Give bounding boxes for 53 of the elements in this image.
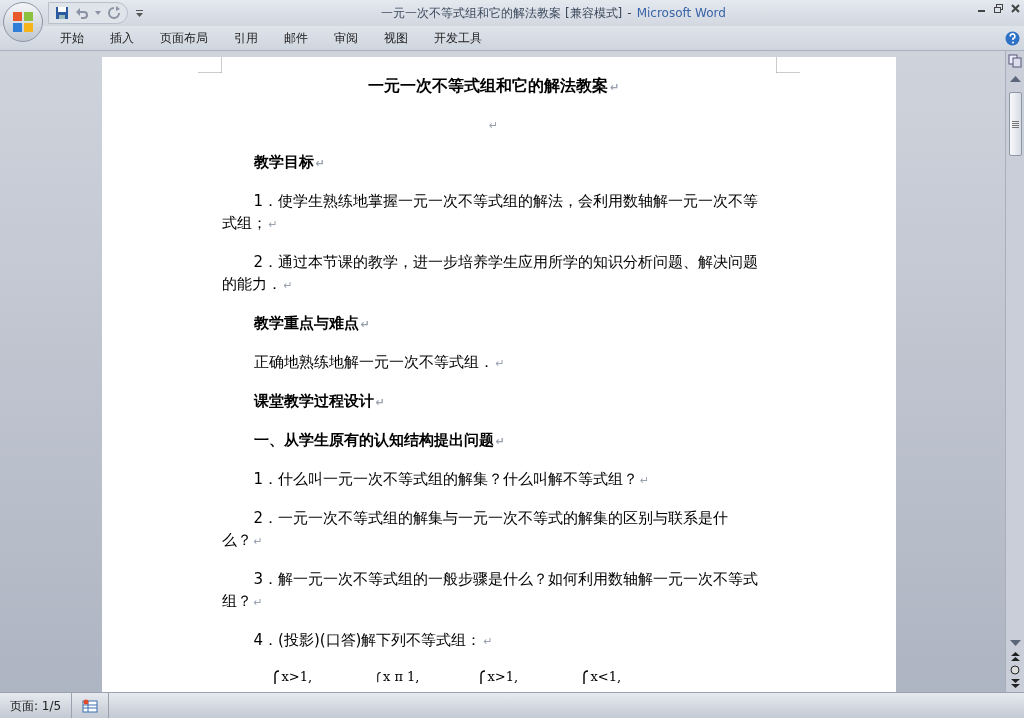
section-heading: 教学重点与难点↵ xyxy=(252,313,371,334)
redo-icon[interactable] xyxy=(107,6,121,20)
undo-icon[interactable] xyxy=(75,6,89,20)
save-icon[interactable] xyxy=(55,6,69,20)
body-paragraph: 3．解一元一次不等式组的一般步骤是什么？如何利用数轴解一元一次不等式组？↵ xyxy=(221,569,760,612)
section-heading: 课堂教学过程设计↵ xyxy=(252,391,386,412)
next-page-icon[interactable] xyxy=(1010,679,1020,688)
ribbon-tab[interactable]: 审阅 xyxy=(322,27,370,49)
crop-mark-icon xyxy=(775,57,800,73)
brace-icon xyxy=(376,670,381,684)
inequality-text: x>1, xyxy=(487,670,519,684)
body-paragraph: 正确地熟练地解一元一次不等式组．↵ xyxy=(252,352,506,373)
previous-page-icon[interactable] xyxy=(1010,652,1020,661)
page-indicator[interactable]: 页面: 1/5 xyxy=(0,693,73,718)
paragraph-mark: ↵ xyxy=(487,118,500,134)
ribbon-tab[interactable]: 开始 xyxy=(48,27,96,49)
section-heading: 一、从学生原有的认知结构提出问题↵ xyxy=(252,430,506,451)
ribbon-tab[interactable]: 页面布局 xyxy=(148,27,220,49)
body-paragraph: 2．一元一次不等式组的解集与一元一次不等式的解集的区别与联系是什么？↵ xyxy=(221,508,730,551)
ribbon-tab[interactable]: 引用 xyxy=(222,27,270,49)
table-icon[interactable] xyxy=(82,698,99,713)
ruler-toggle-icon[interactable] xyxy=(1008,54,1022,68)
customize-toolbar-icon[interactable] xyxy=(136,9,143,17)
section-heading: 教学目标↵ xyxy=(252,152,326,173)
body-paragraph: 1．使学生熟练地掌握一元一次不等式组的解法，会利用数轴解一元一次不等式组；↵ xyxy=(221,191,760,234)
office-logo-icon xyxy=(12,11,34,33)
inequality-text: x π 1, xyxy=(382,670,420,684)
body-paragraph: 4．(投影)(口答)解下列不等式组：↵ xyxy=(252,630,494,651)
title-separator: - xyxy=(627,5,632,22)
ribbon-tab[interactable]: 开发工具 xyxy=(422,27,494,49)
brace-icon xyxy=(479,670,486,684)
scroll-up-icon[interactable] xyxy=(1009,76,1021,82)
app-name: Microsoft Word xyxy=(636,5,726,22)
browse-object-icon[interactable] xyxy=(1010,665,1020,675)
body-paragraph: 2．通过本节课的教学，进一步培养学生应用所学的知识分析问题、解决问题的能力．↵ xyxy=(221,252,760,295)
inequality-text: x>1, xyxy=(281,670,313,684)
document-title-text: 一元一次不等式组和它的解法教案 [兼容模式] xyxy=(381,5,623,22)
ribbon-tab[interactable]: 插入 xyxy=(98,27,146,49)
document-title: 一元一次不等式组和它的解法教案↵ xyxy=(366,75,621,97)
restore-icon[interactable] xyxy=(994,4,1003,13)
ribbon-tab[interactable]: 邮件 xyxy=(272,27,320,49)
scroll-thumb[interactable] xyxy=(1008,92,1022,156)
help-icon[interactable] xyxy=(1005,31,1020,46)
scroll-down-icon[interactable] xyxy=(1009,640,1021,646)
crop-mark-icon xyxy=(197,57,222,73)
office-button[interactable] xyxy=(3,2,43,42)
ribbon-tab[interactable]: 视图 xyxy=(372,27,420,49)
brace-icon xyxy=(582,670,589,684)
body-paragraph: 1．什么叫一元一次不等式组的解集？什么叫解不等式组？↵ xyxy=(252,469,651,490)
dropdown-icon[interactable] xyxy=(95,11,101,15)
brace-icon xyxy=(273,670,280,684)
inequality-text: x<1, xyxy=(590,670,622,684)
close-icon[interactable] xyxy=(1011,4,1020,13)
